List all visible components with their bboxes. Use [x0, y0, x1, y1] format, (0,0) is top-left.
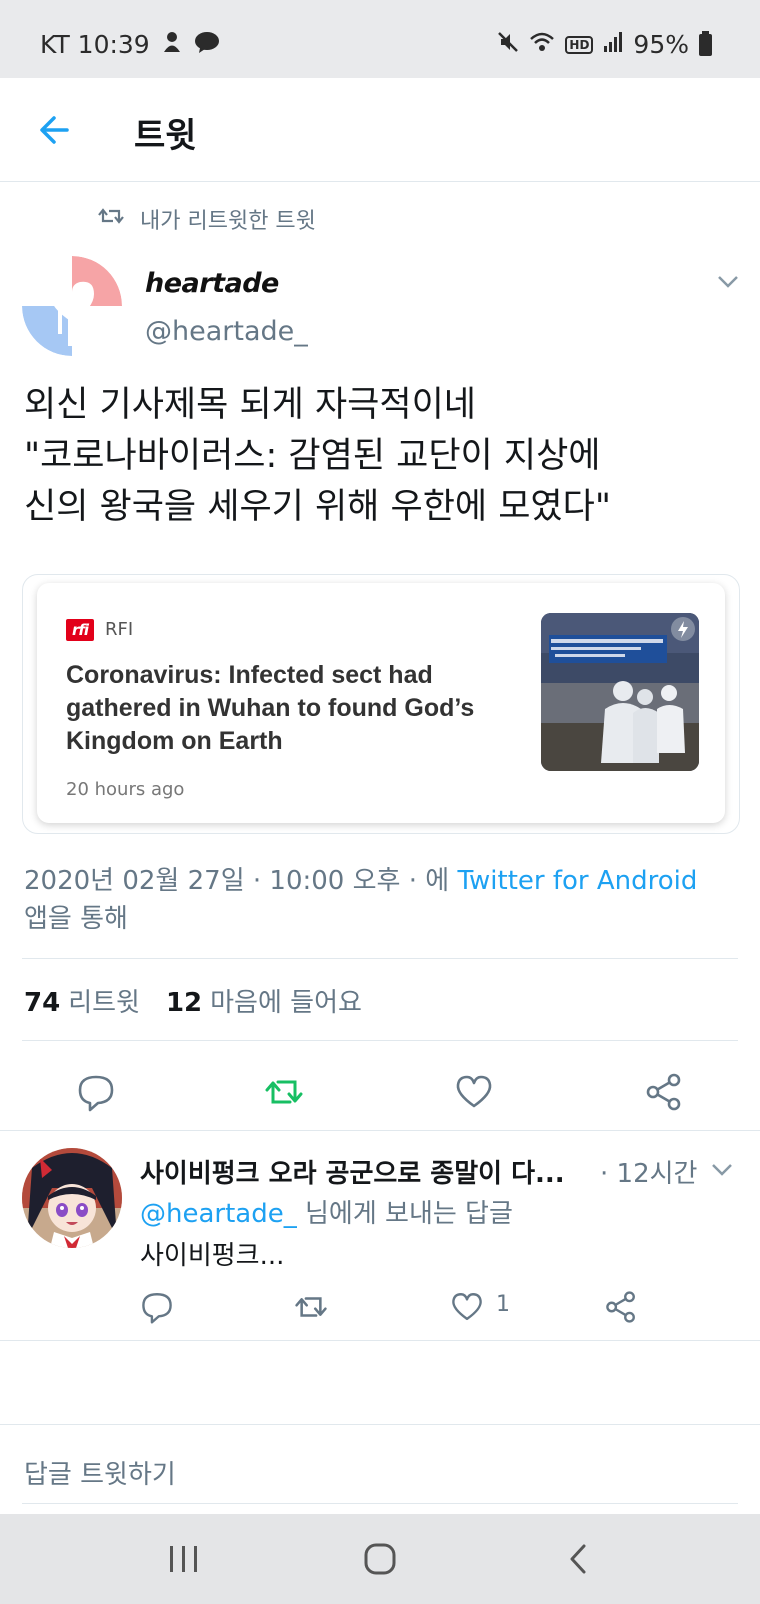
retweets-label: 리트윗	[68, 988, 140, 1018]
reply-time: · 12시간	[600, 1159, 698, 1189]
divider	[0, 1340, 760, 1341]
chevron-down-icon[interactable]	[716, 274, 740, 290]
home-icon[interactable]	[360, 1542, 400, 1576]
tweet-text-line: "코로나바이러스: 감염된 교단이 지상에	[24, 436, 601, 476]
link-card-container: rfi RFI Coronavirus: Infected sect had g…	[22, 574, 740, 834]
status-bar: KT 10:39 HD 95%	[0, 0, 760, 78]
share-icon[interactable]	[644, 1072, 684, 1112]
divider	[0, 1424, 760, 1425]
card-time: 20 hours ago	[66, 779, 185, 800]
carrier-time: KT 10:39	[40, 30, 150, 59]
reply-compose-input[interactable]: 답글 트윗하기	[24, 1454, 176, 1491]
app-bar: 트윗	[0, 78, 760, 182]
likes-count: 12	[165, 988, 203, 1018]
tweet-text-line: 신의 왕국을 세우기 위해 우한에 모였다"	[24, 487, 611, 527]
kakaotalk-icon	[194, 31, 220, 58]
reply-icon[interactable]	[76, 1072, 116, 1112]
reply-actions: 1	[0, 1286, 760, 1330]
tweet-text: 외신 기사제목 되게 자극적이네 "코로나바이러스: 감염된 교단이 지상에 신…	[24, 380, 744, 533]
retweeted-header: 내가 리트윗한 트윗	[98, 203, 316, 235]
likes-stat[interactable]: 12 마음에 들어요	[166, 982, 362, 1019]
likes-label: 마음에 들어요	[210, 988, 362, 1018]
via-suffix: 앱을 통해	[24, 904, 128, 934]
retweet-icon[interactable]	[294, 1290, 328, 1324]
author-handle[interactable]: @heartade_	[145, 316, 308, 347]
tweet-text-line: 외신 기사제목 되게 자극적이네	[24, 385, 476, 425]
card-thumbnail	[541, 613, 699, 771]
recent-apps-icon[interactable]	[164, 1542, 204, 1576]
retweets-count: 74	[24, 988, 61, 1018]
card-source: RFI	[105, 619, 134, 640]
reply-like-count: 1	[496, 1292, 510, 1317]
reply-icon[interactable]	[140, 1290, 174, 1324]
reply-mention[interactable]: @heartade_	[140, 1199, 297, 1229]
mute-icon	[497, 31, 519, 58]
reply-to-suffix: 님에게 보내는 답글	[296, 1199, 513, 1229]
chevron-down-icon[interactable]	[710, 1162, 734, 1178]
status-left: KT 10:39	[40, 30, 220, 59]
divider	[0, 1130, 760, 1131]
reply-avatar[interactable]	[22, 1148, 122, 1248]
battery-percent: 95%	[633, 30, 689, 59]
reply-text: 사이비펑크...	[140, 1241, 285, 1271]
tweet-timestamp: 2020년 02월 27일 · 10:00 오후 · 에 Twitter for…	[24, 862, 697, 938]
retweet-label: 내가 리트윗한 트윗	[140, 209, 316, 234]
heart-icon[interactable]	[450, 1290, 484, 1324]
retweet-small-icon	[98, 205, 124, 233]
timestamp-text: 2020년 02월 27일 · 10:00 오후 · 에	[24, 866, 458, 896]
tweet-actions	[0, 1066, 760, 1122]
arrow-left-icon[interactable]	[34, 110, 74, 150]
share-icon[interactable]	[604, 1290, 638, 1324]
retweet-icon[interactable]	[264, 1072, 304, 1112]
hd-icon: HD	[565, 35, 594, 54]
battery-icon	[699, 30, 712, 56]
link-card[interactable]: rfi RFI Coronavirus: Infected sect had g…	[37, 583, 725, 823]
divider	[22, 1503, 738, 1504]
heart-icon[interactable]	[454, 1072, 494, 1112]
via-app-link[interactable]: Twitter for Android	[457, 866, 697, 896]
wifi-icon	[529, 31, 555, 58]
reply-author-name[interactable]: 사이비펑크 오라 공군으로 종말이 다...	[140, 1153, 565, 1190]
avatar[interactable]	[22, 256, 122, 356]
author-name[interactable]: heartade	[145, 268, 279, 299]
card-title: Coronavirus: Infected sect had gathered …	[66, 661, 475, 755]
divider	[22, 958, 738, 959]
navigation-bar	[0, 1514, 760, 1604]
back-icon[interactable]	[560, 1542, 600, 1576]
signal-icon	[603, 32, 623, 57]
tweet-stats: 74 리트윗 12 마음에 들어요	[24, 982, 362, 1019]
person-icon	[162, 31, 182, 58]
status-right: HD 95%	[497, 30, 712, 59]
reply-to: @heartade_ 님에게 보내는 답글	[140, 1193, 513, 1230]
divider	[22, 1040, 738, 1041]
retweets-stat[interactable]: 74 리트윗	[24, 982, 140, 1019]
page-title: 트윗	[134, 116, 197, 156]
rfi-logo-icon: rfi	[66, 619, 94, 641]
